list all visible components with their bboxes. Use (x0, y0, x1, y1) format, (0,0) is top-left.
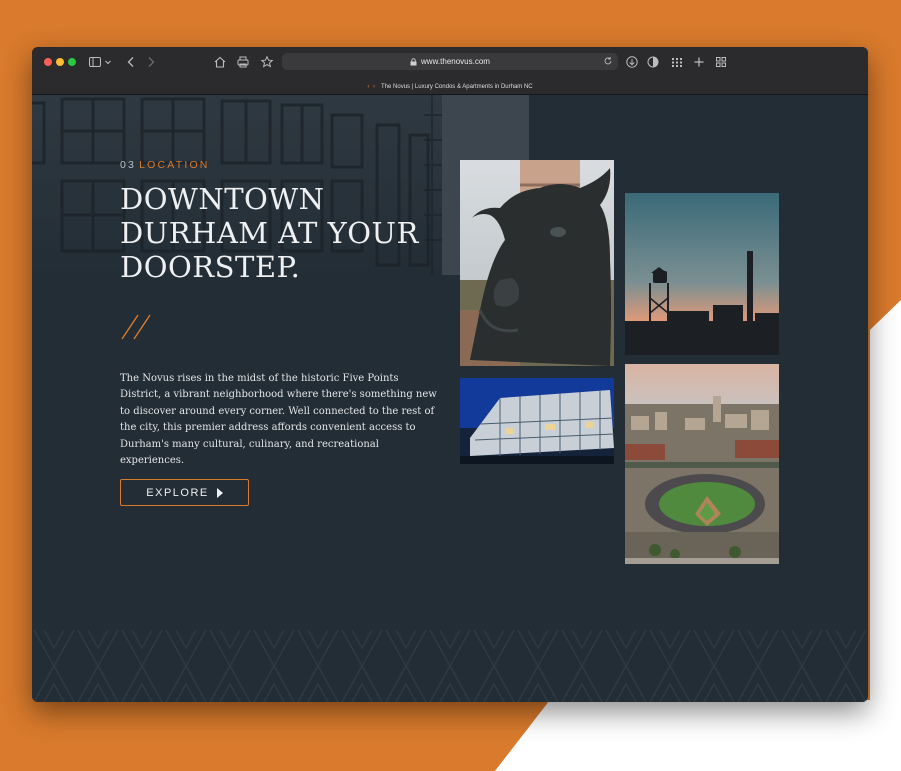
tab-overview-icon[interactable] (714, 55, 728, 69)
tab-favicon: ‹ › (367, 84, 377, 90)
plus-icon[interactable] (692, 55, 706, 69)
section-eyebrow: 03 LOCATION (120, 159, 210, 171)
section-number: 03 (120, 159, 137, 171)
headline-line-2: DURHAM AT YOUR (120, 216, 419, 250)
sidebar-icon[interactable] (88, 55, 102, 69)
zoom-window-button[interactable] (68, 58, 76, 66)
section-label: LOCATION (139, 159, 210, 171)
glass-building-night-photo (460, 378, 614, 464)
geometric-pattern-decoration (32, 630, 868, 702)
reload-icon[interactable] (603, 56, 613, 66)
page-content: 03 LOCATION DOWNTOWN DURHAM AT YOUR DOORS… (32, 95, 868, 702)
address-bar[interactable]: www.thenovus.com (282, 53, 618, 70)
tab-title: The Novus | Luxury Condos & Apartments i… (381, 84, 533, 90)
shield-icon[interactable] (646, 55, 660, 69)
explore-button-label: EXPLORE (146, 486, 209, 499)
download-icon[interactable] (625, 55, 639, 69)
page-title: DOWNTOWN DURHAM AT YOUR DOORSTEP. (120, 182, 460, 284)
star-icon[interactable] (260, 55, 274, 69)
browser-toolbar: www.thenovus.com ‹ › The Novus | Luxury … (32, 47, 868, 95)
chevron-right-icon[interactable] (144, 55, 158, 69)
aerial-ballpark-city-photo (625, 364, 779, 564)
water-tower-sunset-photo (625, 193, 779, 355)
explore-button[interactable]: EXPLORE (120, 479, 249, 506)
lock-icon (410, 57, 417, 65)
headline-line-1: DOWNTOWN (120, 182, 325, 216)
close-window-button[interactable] (44, 58, 52, 66)
grid-icon[interactable] (670, 55, 684, 69)
chevron-left-icon[interactable] (124, 55, 138, 69)
section-body: The Novus rises in the midst of the hist… (120, 373, 437, 467)
chevron-down-icon[interactable] (104, 55, 112, 69)
tab-bar[interactable]: ‹ › The Novus | Luxury Condos & Apartmen… (32, 79, 868, 95)
printer-icon[interactable] (236, 55, 250, 69)
url-text: www.thenovus.com (421, 57, 490, 66)
bull-statue-photo (460, 160, 614, 366)
browser-window: www.thenovus.com ‹ › The Novus | Luxury … (32, 47, 868, 702)
home-icon[interactable] (213, 55, 227, 69)
double-slash-divider-icon (121, 314, 151, 340)
headline-line-3: DOORSTEP. (120, 250, 301, 284)
play-arrow-icon (216, 487, 223, 498)
minimize-window-button[interactable] (56, 58, 64, 66)
